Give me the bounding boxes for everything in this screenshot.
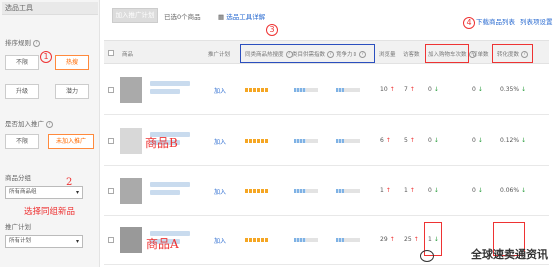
visitors-cell: 5 ↑: [404, 137, 415, 144]
annotation-2: 2: [66, 177, 73, 188]
column-settings-link[interactable]: 列表项设置: [520, 16, 553, 26]
row-checkbox[interactable]: [108, 138, 114, 144]
watermark: 全球速卖通资讯: [471, 248, 548, 261]
download-list-link[interactable]: 下载商品列表: [476, 16, 515, 26]
supply-level-bar: [294, 238, 318, 242]
hot-level-bar: [245, 189, 269, 193]
visitors-cell: 1 ↑: [404, 187, 415, 194]
product-title[interactable]: [150, 89, 180, 94]
sort-section-label: 排序规则?: [5, 37, 40, 47]
annotation-circle-1: 1: [40, 51, 52, 63]
compete-level-bar: [336, 238, 360, 242]
selected-count: 已选0个商品: [164, 13, 201, 21]
col-visitors[interactable]: 访客数: [403, 50, 420, 58]
chevron-down-icon: ▾: [75, 189, 79, 196]
orders-cell: 0 ↓: [472, 187, 483, 194]
annotation-circle-4: 4: [463, 17, 475, 29]
sort-any-button[interactable]: 不限: [5, 55, 39, 70]
plan-select[interactable]: 所有计划 ▾: [5, 235, 83, 248]
join-plan-link[interactable]: 加入: [214, 236, 226, 245]
supply-level-bar: [294, 88, 318, 92]
selection-tool-page: 选品工具 排序规则? 不限 热搜 升级 潜力 1 是否加入推广? 不限 未加入推…: [0, 0, 554, 267]
row-checkbox[interactable]: [108, 87, 114, 93]
views-cell: 29 ↑: [380, 236, 395, 243]
row-checkbox[interactable]: [108, 237, 114, 243]
compete-level-bar: [336, 189, 360, 193]
hot-level-bar: [245, 238, 269, 242]
table-row: 加入 10 ↑ 7 ↑ 0 ↓ 0 ↓ 0.35% ↓: [104, 65, 549, 115]
tool-guide-link[interactable]: ▦ 选品工具详解: [218, 11, 265, 21]
views-cell: 1 ↑: [380, 187, 391, 194]
help-icon[interactable]: ?: [33, 39, 40, 47]
supply-level-bar: [294, 189, 318, 193]
compete-level-bar: [336, 139, 360, 143]
join-plan-link[interactable]: 加入: [214, 86, 226, 95]
annotation-box-3: [240, 44, 375, 63]
cart-cell: 0 ↓: [428, 187, 439, 194]
views-cell: 6 ↑: [380, 137, 391, 144]
annotation-box-4b: [492, 44, 533, 63]
annotation-product-a: 商品A: [146, 237, 179, 251]
table-row: 加入 1 ↑ 1 ↑ 0 ↓ 0 ↓ 0.06% ↓: [104, 166, 549, 216]
hot-level-bar: [245, 139, 269, 143]
sort-potential-button[interactable]: 潜力: [55, 84, 89, 99]
sort-upgrade-button[interactable]: 升级: [5, 84, 39, 99]
product-thumbnail[interactable]: [120, 77, 142, 103]
promo-not-joined-button[interactable]: 未加入推广: [48, 134, 94, 149]
product-title[interactable]: [150, 81, 190, 86]
hot-level-bar: [245, 88, 269, 92]
join-plan-link[interactable]: 加入: [214, 187, 226, 196]
doc-icon: ▦: [218, 13, 227, 21]
product-thumbnail[interactable]: [120, 227, 142, 253]
wechat-icon: [420, 250, 434, 262]
supply-level-bar: [294, 139, 318, 143]
views-cell: 10 ↑: [380, 86, 395, 93]
help-icon[interactable]: ?: [46, 120, 53, 128]
annotation-note-2: 选择同组新品: [24, 207, 76, 217]
product-thumbnail[interactable]: [120, 128, 142, 154]
cart-cell: 0 ↓: [428, 137, 439, 144]
col-plan: 推广计划: [208, 52, 231, 58]
col-product: 商品: [122, 52, 134, 58]
annotation-product-b: 商品B: [145, 136, 178, 150]
product-title[interactable]: [150, 182, 190, 187]
sort-hot-button[interactable]: 热搜: [55, 55, 89, 70]
annotation-box-4a: [425, 44, 469, 63]
conversion-cell: 0.35% ↓: [500, 86, 527, 93]
visitors-cell: 25 ↑: [404, 236, 419, 243]
plan-label: 推广计划: [5, 223, 31, 231]
orders-cell: 0 ↓: [472, 86, 483, 93]
select-all-checkbox[interactable]: [108, 50, 114, 56]
group-label: 商品分组: [5, 174, 31, 182]
promo-section-label: 是否加入推广?: [5, 118, 53, 128]
join-plan-link[interactable]: 加入: [214, 137, 226, 146]
col-orders[interactable]: 订单数: [472, 50, 489, 58]
visitors-cell: 7 ↑: [404, 86, 415, 93]
cart-cell: 0 ↓: [428, 86, 439, 93]
annotation-circle-3: 3: [266, 24, 278, 36]
conversion-cell: 0.06% ↓: [500, 187, 527, 194]
promo-any-button[interactable]: 不限: [5, 134, 39, 149]
chevron-down-icon: ▾: [75, 238, 79, 245]
orders-cell: 0 ↓: [472, 137, 483, 144]
conversion-cell: 0.12% ↓: [500, 137, 527, 144]
product-thumbnail[interactable]: [120, 178, 142, 204]
sidebar: 选品工具 排序规则? 不限 热搜 升级 潜力 1 是否加入推广? 不限 未加入推…: [0, 0, 100, 267]
add-to-plan-button[interactable]: 加入推广计划: [112, 8, 158, 23]
compete-level-bar: [336, 88, 360, 92]
product-title[interactable]: [150, 190, 180, 195]
col-views[interactable]: 浏览量: [379, 50, 396, 58]
sidebar-title: 选品工具: [2, 2, 98, 15]
row-checkbox[interactable]: [108, 188, 114, 194]
